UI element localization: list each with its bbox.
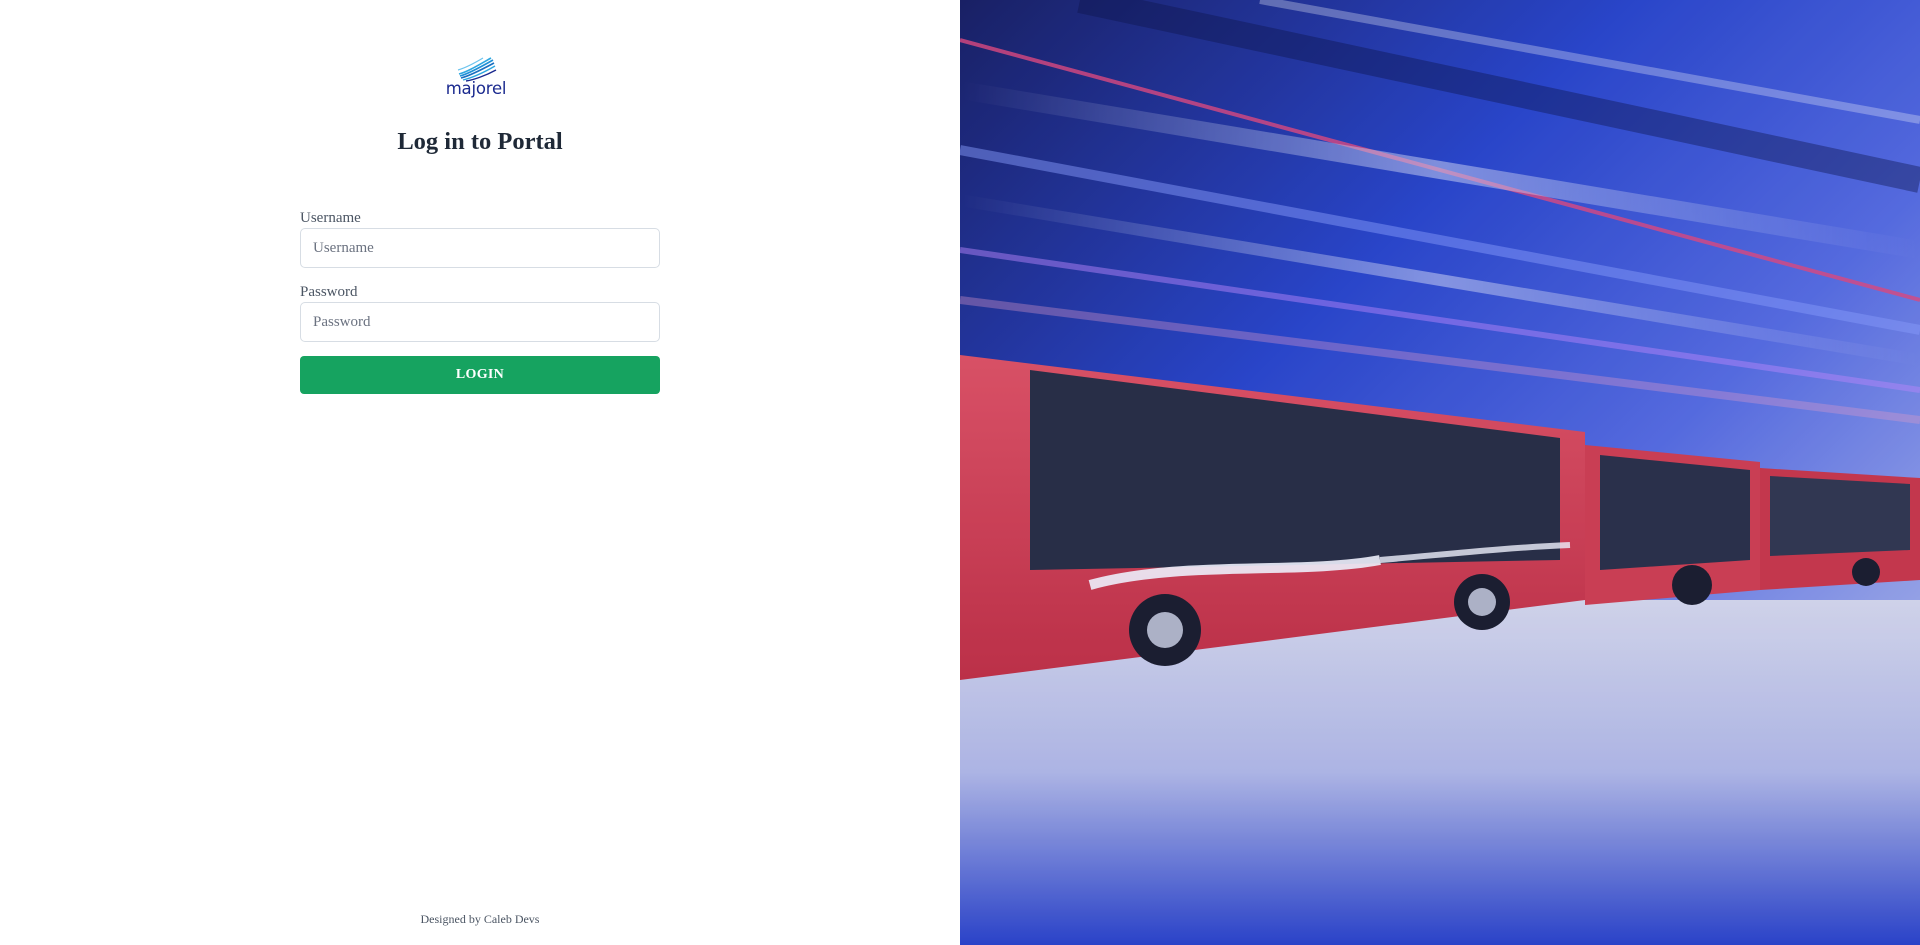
- username-label: Username: [300, 210, 361, 226]
- password-group: Password: [300, 282, 660, 342]
- username-group: Username: [300, 208, 660, 268]
- footer-credit: Designed by Caleb Devs: [420, 912, 540, 926]
- login-page: majorel Log in to Portal Username Passwo…: [0, 0, 1920, 945]
- username-input[interactable]: [300, 228, 660, 268]
- login-form: Username Password LOGIN: [300, 208, 660, 394]
- page-title: Log in to Portal: [397, 128, 563, 155]
- password-input[interactable]: [300, 302, 660, 342]
- password-label: Password: [300, 284, 358, 300]
- login-panel: majorel Log in to Portal Username Passwo…: [0, 0, 960, 945]
- hero-image-panel: [960, 0, 1920, 945]
- brand-wordmark: majorel: [445, 79, 507, 98]
- login-button[interactable]: LOGIN: [300, 356, 660, 394]
- brand-logo: majorel: [445, 56, 507, 100]
- bus-depot-photo: [960, 0, 1920, 945]
